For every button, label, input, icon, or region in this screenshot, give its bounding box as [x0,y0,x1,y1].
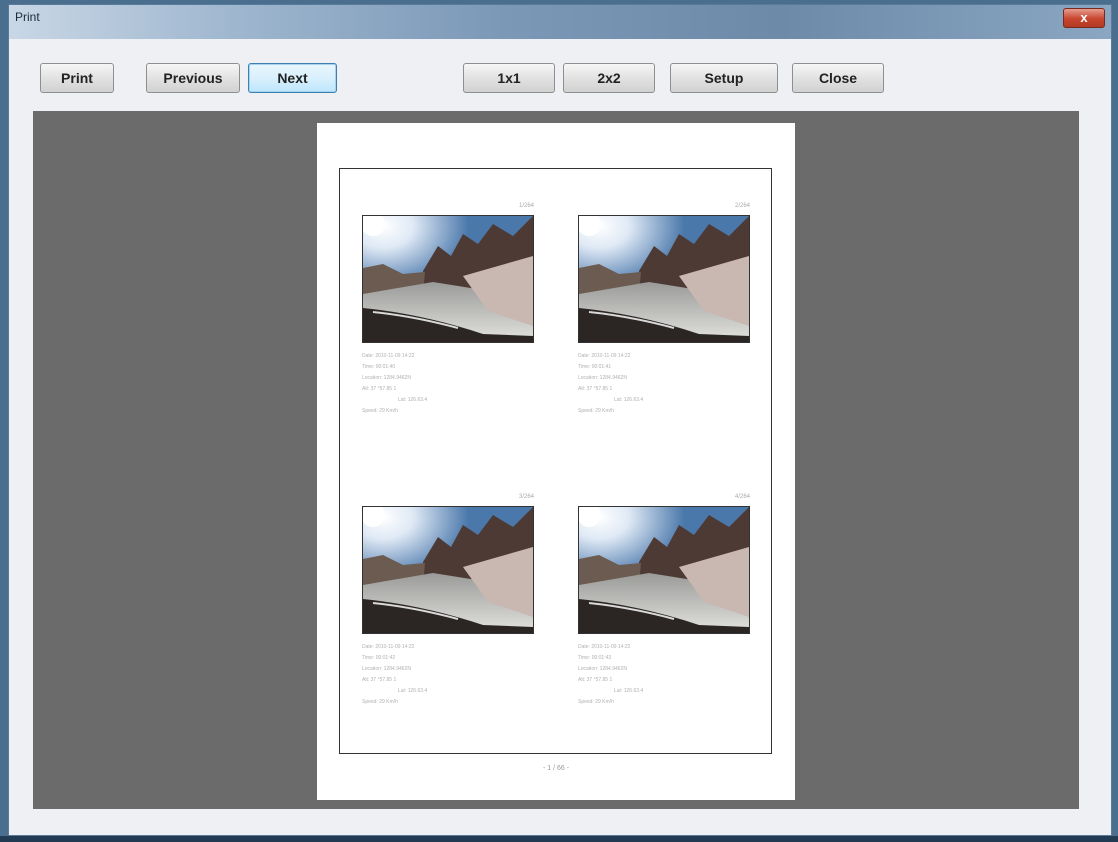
thumbnail-info-line: Location: 1284.9462N [578,666,627,672]
thumbnail-number: 1/264 [518,203,534,209]
layout-2x2-button[interactable]: 2x2 [563,63,655,93]
thumbnail-info-line: Date: 2010-11-09 14:22 [362,644,415,650]
print-button[interactable]: Print [40,63,114,93]
dashcam-photo [362,506,534,634]
thumbnail-info-line: Location: 1284.9462N [578,375,627,381]
thumbnail-info: Date: 2010-11-09 14:22 Time: 00:01:41 Loca… [578,351,750,417]
thumbnail-info-line: Date: 2010-11-09 14:22 [578,353,631,359]
thumbnail-info-line: Time: 00:01:42 [362,655,396,661]
window-close-icon[interactable]: x [1063,8,1105,28]
thumbnail-info-line: Time: 00:01:41 [578,364,612,370]
dashcam-photo [578,506,750,634]
thumbnail-info-line: Speed: 29 Km/h [362,408,398,414]
thumbnail-info-line: Location: 1284.9462N [362,375,411,381]
thumbnail-info-line: Speed: 29 Km/h [362,699,398,705]
thumbnail-number: 2/264 [734,203,750,209]
dashcam-photo [362,215,534,343]
preview-viewport[interactable]: 1/264 Date: 2010-11-09 14:22 Time: 00:01:… [33,111,1079,809]
next-button[interactable]: Next [248,63,337,93]
thumbnail-number: 3/264 [518,494,534,500]
thumbnail-info-line: Alt: 37 °57.85 1 [578,386,613,392]
thumbnail-info-line: Alt: 37 °57.85 1 [362,386,397,392]
thumbnail-info-line: Date: 2010-11-09 14:22 [362,353,415,359]
thumbnail-info: Date: 2010-11-09 14:22 Time: 00:01:43 Loca… [578,642,750,708]
thumbnail-info-line: Time: 00:01:40 [362,364,396,370]
title-bar[interactable]: Print x [9,5,1111,39]
thumbnail-info-line: Speed: 29 Km/h [578,408,614,414]
page-number: - 1 / 66 - [542,765,570,772]
thumbnail-info-line: Date: 2010-11-09 14:22 [578,644,631,650]
thumbnail-info-line: Alt: 37 °57.85 1 [362,677,397,683]
close-button[interactable]: Close [792,63,884,93]
thumbnail-info-line: Lat: 126.63.4 [398,397,428,403]
thumbnail-info-line: Lat: 126.63.4 [398,688,428,694]
previous-button[interactable]: Previous [146,63,240,93]
thumbnail-info-line: Lat: 126.63.4 [614,688,644,694]
page-frame: 1/264 Date: 2010-11-09 14:22 Time: 00:01:… [339,168,772,754]
thumbnail-info-line: Speed: 29 Km/h [578,699,614,705]
thumbnail-info-line: Alt: 37 °57.85 1 [578,677,613,683]
thumbnail-info-line: Time: 00:01:43 [578,655,612,661]
toolbar: Print Previous Next 1x1 2x2 Setup Close [9,39,1111,115]
thumbnail-info: Date: 2010-11-09 14:22 Time: 00:01:42 Loca… [362,642,534,708]
preview-page: 1/264 Date: 2010-11-09 14:22 Time: 00:01:… [317,123,795,800]
thumbnail-info: Date: 2010-11-09 14:22 Time: 00:01:40 Loca… [362,351,534,417]
dashcam-photo [578,215,750,343]
layout-1x1-button[interactable]: 1x1 [463,63,555,93]
thumbnail-info-line: Lat: 126.63.4 [614,397,644,403]
taskbar [0,836,1118,842]
window-title: Print [15,10,40,24]
thumbnail-number: 4/264 [734,494,750,500]
setup-button[interactable]: Setup [670,63,778,93]
thumbnail-info-line: Location: 1284.9462N [362,666,411,672]
